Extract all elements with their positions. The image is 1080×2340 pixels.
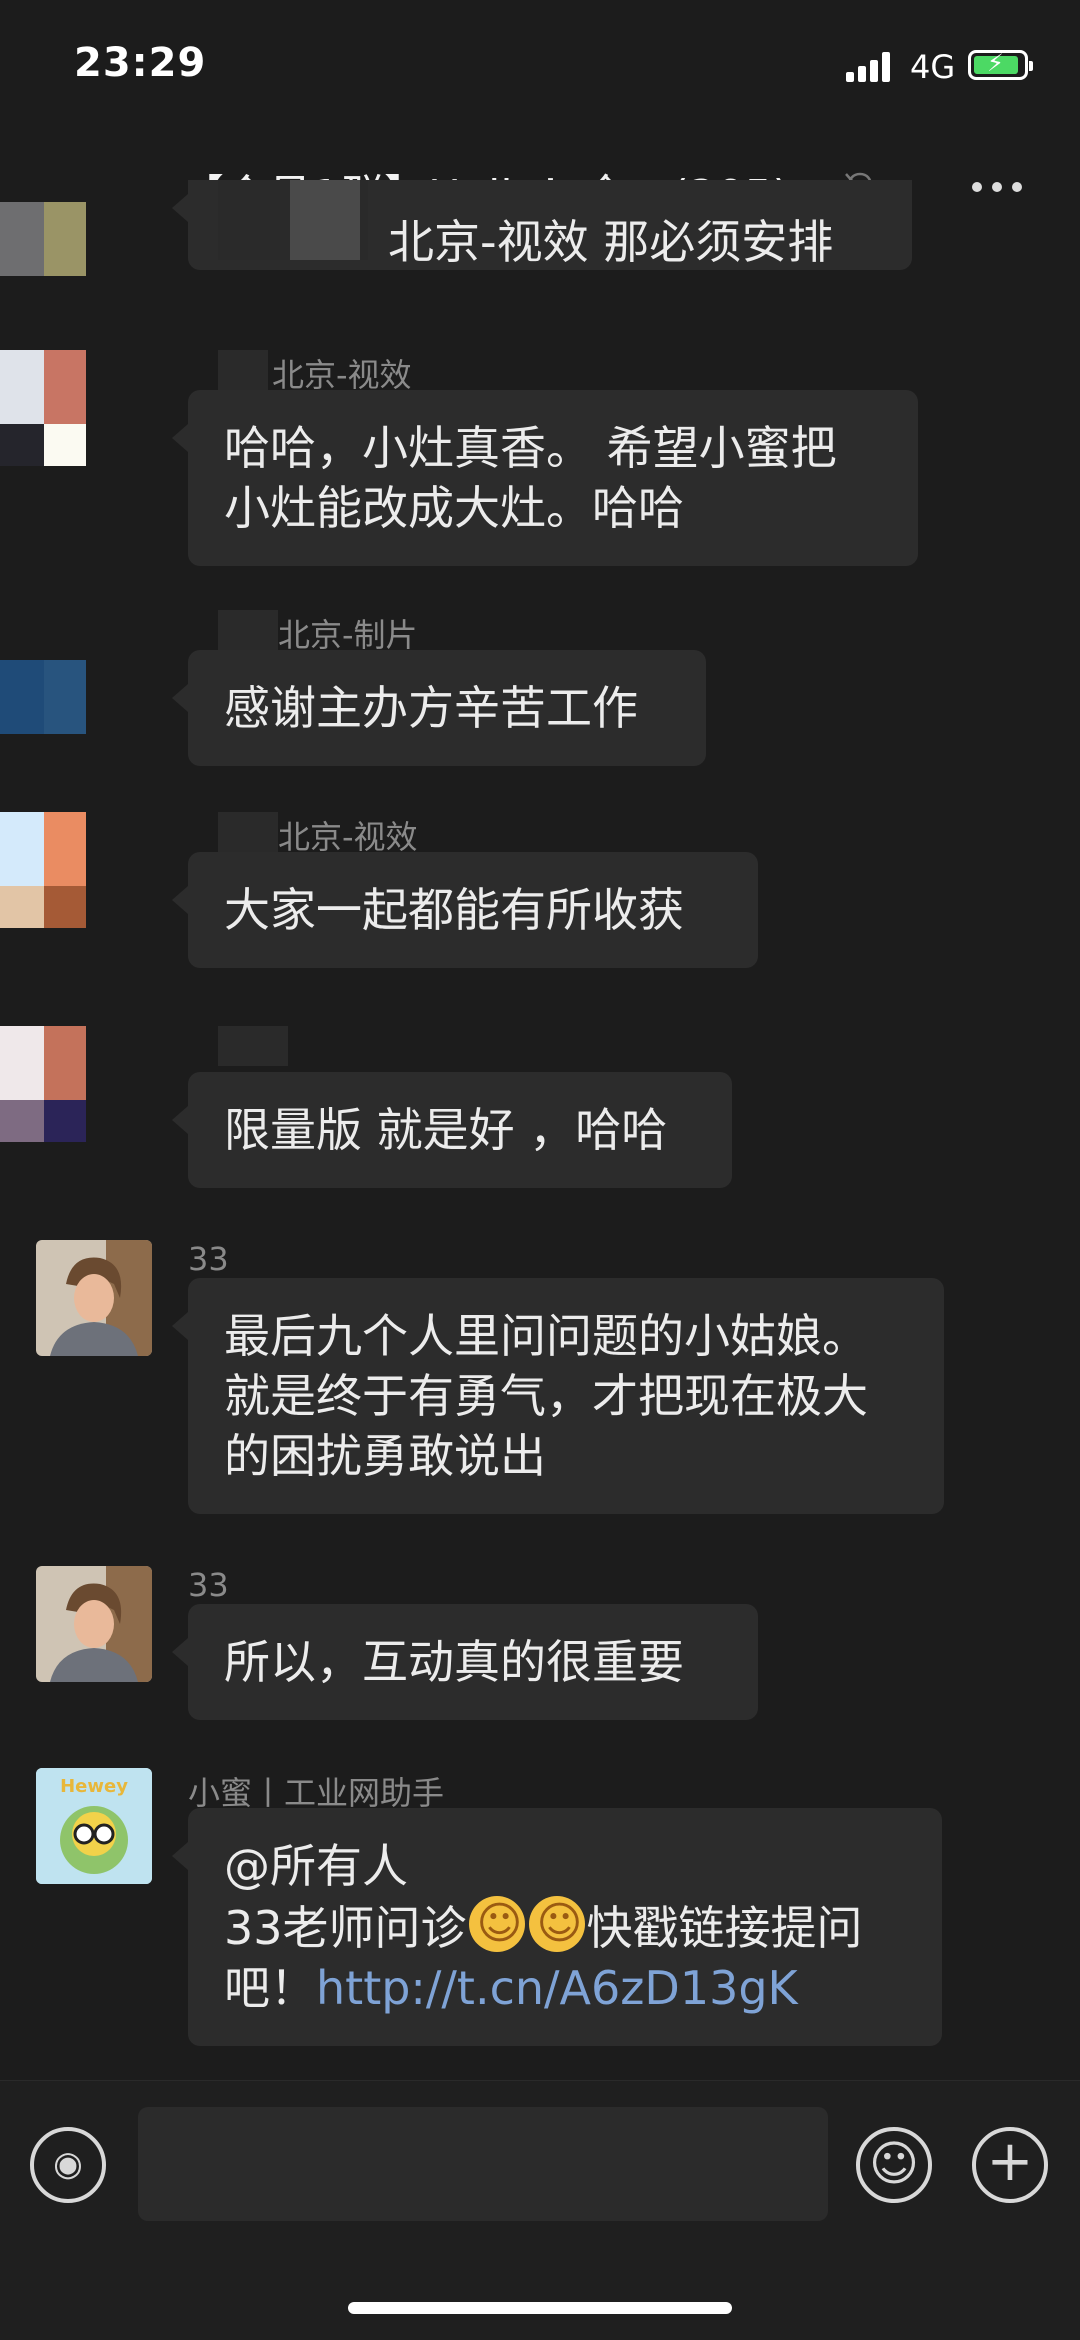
home-indicator[interactable] [348, 2302, 732, 2314]
smiling-emoji-icon [468, 1894, 525, 1954]
message-bubble[interactable]: 哈哈，小灶真香。 希望小蜜把小灶能改成大灶。哈哈 [172, 390, 918, 566]
message-link[interactable]: http://t.cn/A6zD13gK [316, 1961, 798, 2015]
signal-icon [846, 52, 896, 82]
avatar[interactable]: Hewey [36, 1768, 152, 1884]
avatar[interactable] [36, 1240, 152, 1356]
voice-icon[interactable]: ◉ [30, 2127, 106, 2203]
message-bubble[interactable]: 限量版 就是好 ，哈哈 [172, 1072, 732, 1188]
status-time: 23:29 [74, 40, 207, 86]
avatar[interactable] [0, 1026, 86, 1142]
message-bubble[interactable]: 所以，互动真的很重要 [172, 1604, 758, 1720]
avatar-photo [36, 1566, 152, 1682]
message-list[interactable]: 北京-视效 那必须安排 北京-视效 哈哈，小灶真香。 希望小蜜把小灶能改成大灶。… [0, 180, 1080, 2070]
privacy-mask [218, 350, 268, 390]
svg-text:Hewey: Hewey [60, 1776, 128, 1797]
plus-icon[interactable]: + [972, 2127, 1048, 2203]
privacy-mask [218, 812, 278, 852]
input-bar: ◉ ☺ + [0, 2080, 1080, 2340]
status-bar: 23:29 4G ⚡ [0, 0, 1080, 130]
privacy-mask [218, 1026, 288, 1066]
message-bubble[interactable]: 感谢主办方辛苦工作 [172, 650, 706, 766]
privacy-mask [218, 610, 278, 650]
avatar[interactable] [0, 350, 86, 466]
bot-avatar-icon: Hewey [36, 1768, 152, 1884]
sender-name: 33 [188, 1566, 229, 1604]
sender-name: 33 [188, 1240, 229, 1278]
network-type: 4G [910, 48, 956, 86]
avatar-photo [36, 1240, 152, 1356]
battery-icon: ⚡ [968, 49, 1033, 80]
avatar[interactable] [36, 1566, 152, 1682]
avatar[interactable] [0, 812, 86, 928]
emoji-icon[interactable]: ☺ [856, 2127, 932, 2203]
message-bubble[interactable]: 大家一起都能有所收获 [172, 852, 758, 968]
smiling-emoji-icon [528, 1894, 585, 1954]
privacy-mask [290, 180, 360, 260]
message-bubble[interactable]: 最后九个人里问问题的小姑娘。就是终于有勇气，才把现在极大的困扰勇敢说出 [172, 1278, 944, 1514]
avatar[interactable] [0, 660, 86, 734]
message-bubble[interactable]: @所有人 33老师问诊快戳链接提问 吧！http://t.cn/A6zD13gK [172, 1808, 942, 2046]
message-input[interactable] [138, 2107, 828, 2221]
avatar[interactable] [0, 180, 86, 276]
